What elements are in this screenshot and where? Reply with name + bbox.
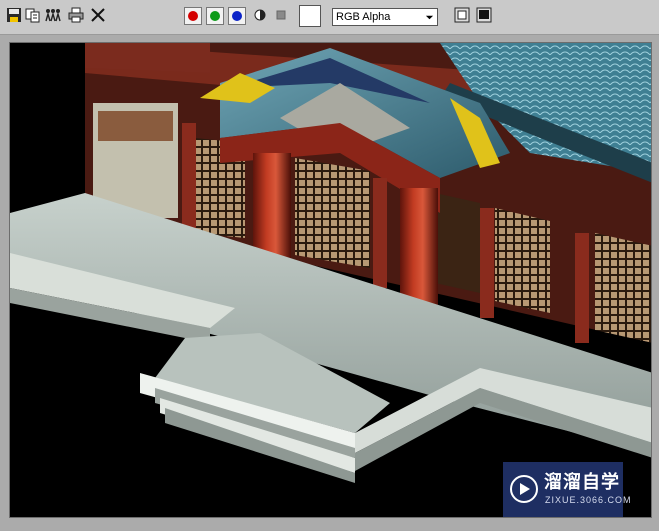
save-icon[interactable] xyxy=(6,7,22,23)
display-alpha-icon[interactable] xyxy=(454,7,470,23)
red-channel-dot xyxy=(188,11,198,21)
print-icon[interactable] xyxy=(68,7,84,23)
color-swatch[interactable] xyxy=(299,5,321,27)
clone-icon[interactable] xyxy=(25,7,41,23)
channels-people-icon[interactable] xyxy=(45,7,61,23)
render-frame-toolbar: RGB Alpha xyxy=(0,0,659,35)
watermark-name: 溜溜自学 xyxy=(544,472,620,492)
channel-display-select[interactable]: RGB Alpha xyxy=(332,8,438,26)
watermark-url: ZIXUE.3066.COM xyxy=(545,495,632,505)
clear-color-icon[interactable] xyxy=(273,7,289,23)
play-logo-icon xyxy=(510,475,538,503)
rendered-image-viewport: 溜溜自学 ZIXUE.3066.COM xyxy=(9,42,652,518)
chevron-down-icon xyxy=(423,10,435,24)
green-channel-dot xyxy=(210,11,220,21)
red-channel-toggle[interactable] xyxy=(184,7,202,25)
monochrome-icon[interactable] xyxy=(252,7,268,23)
watermark-badge: 溜溜自学 ZIXUE.3066.COM xyxy=(503,462,631,517)
green-channel-toggle[interactable] xyxy=(206,7,224,25)
monitor-icon[interactable] xyxy=(476,7,492,23)
rendered-temple-image xyxy=(10,43,651,483)
clear-icon[interactable] xyxy=(90,7,106,23)
channel-select-value: RGB Alpha xyxy=(336,11,391,23)
blue-channel-dot xyxy=(232,11,242,21)
blue-channel-toggle[interactable] xyxy=(228,7,246,25)
